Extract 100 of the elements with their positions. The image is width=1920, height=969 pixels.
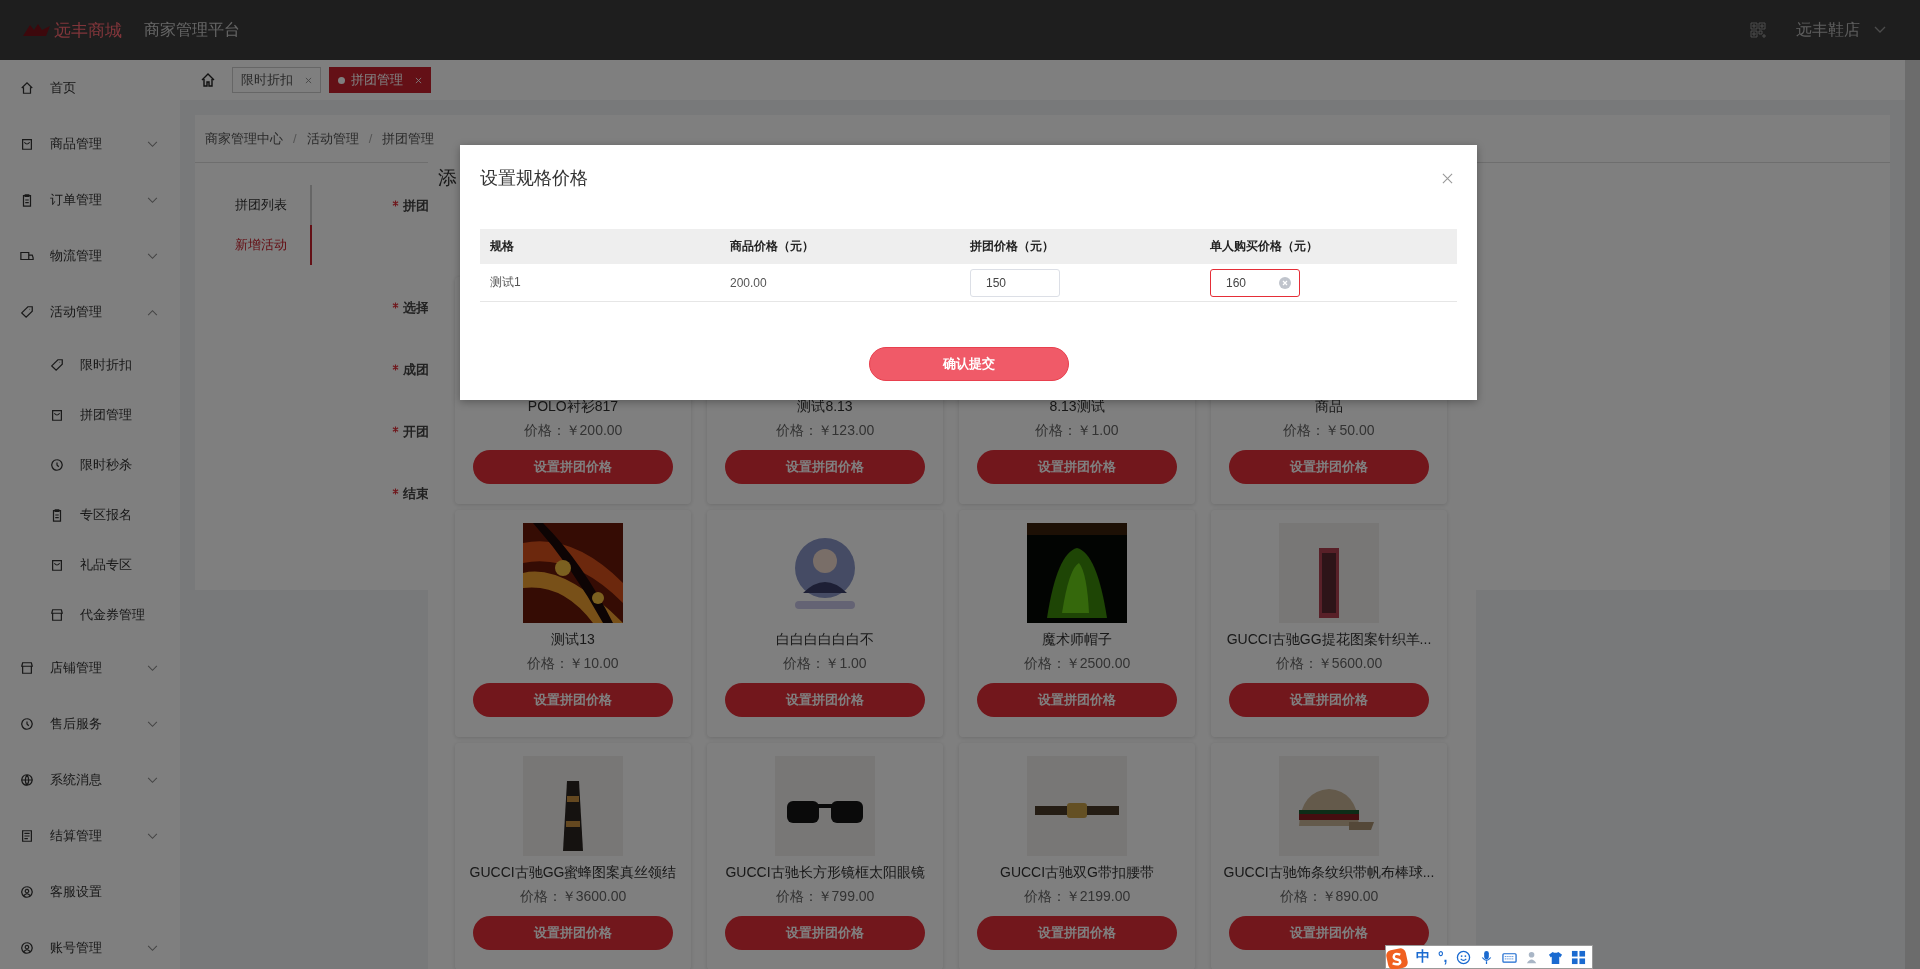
side-tab[interactable]: 新增活动 [195, 225, 312, 265]
sidebar-item[interactable]: 商品管理 [0, 116, 180, 172]
globe-icon [20, 773, 34, 787]
sidebar-subitem[interactable]: 限时折扣 [0, 340, 180, 390]
sidebar-subitem[interactable]: 代金券管理 [0, 590, 180, 640]
sidebar-item[interactable]: 订单管理 [0, 172, 180, 228]
store-icon [50, 608, 64, 622]
set-price-button[interactable]: 设置拼团价格 [1229, 916, 1429, 950]
sidebar-subitem[interactable]: 专区报名 [0, 490, 180, 540]
clear-icon[interactable] [1279, 276, 1291, 289]
set-price-button[interactable]: 设置拼团价格 [725, 450, 925, 484]
sidebar-item[interactable]: 结算管理 [0, 808, 180, 864]
s-logo-icon[interactable] [1386, 948, 1408, 969]
truck-icon [20, 249, 34, 263]
product-price: 价格：￥1.00 [783, 655, 867, 673]
table-cell: 200.00 [730, 275, 767, 290]
sidebar-subitem[interactable]: 拼团管理 [0, 390, 180, 440]
set-price-button[interactable]: 设置拼团价格 [725, 683, 925, 717]
user-icon [20, 885, 34, 899]
page-tab[interactable]: 拼团管理 [329, 67, 431, 93]
product-name: 测试8.13 [797, 398, 853, 416]
sidebar-item[interactable]: 售后服务 [0, 696, 180, 752]
document-icon [20, 829, 34, 843]
product-name: 测试13 [551, 631, 595, 649]
dot-icon [338, 76, 345, 84]
platform-title: 商家管理平台 [144, 19, 240, 40]
sidebar-item[interactable]: 首页 [0, 60, 180, 116]
product-price: 价格：￥2500.00 [1023, 655, 1131, 673]
set-price-button[interactable]: 设置拼团价格 [473, 683, 673, 717]
breadcrumb-separator: / [368, 131, 373, 146]
price-input[interactable]: 160 [1210, 268, 1300, 297]
breadcrumb-link[interactable]: 商家管理中心 [205, 129, 283, 148]
breadcrumb-link[interactable]: 活动管理 [306, 129, 359, 148]
product-name: POLO衬衫817 [527, 398, 619, 416]
set-price-button[interactable]: 设置拼团价格 [473, 916, 673, 950]
logo-text: 远丰商城 [54, 19, 122, 42]
column-header: 单人购买价格（元） [1209, 238, 1319, 255]
close-icon[interactable] [305, 76, 312, 84]
product-price: 价格：￥890.00 [1279, 888, 1379, 906]
set-price-button[interactable]: 设置拼团价格 [977, 916, 1177, 950]
set-price-button[interactable]: 设置拼团价格 [1229, 450, 1429, 484]
chevron-down-icon[interactable] [1874, 26, 1886, 34]
clock-icon [20, 717, 34, 731]
bag-icon [20, 137, 34, 151]
product-name: GUCCI古驰GG蜜蜂图案真丝领结 [469, 864, 677, 882]
input-mode-toggle[interactable]: 中 [1416, 948, 1430, 966]
store-icon [20, 661, 34, 675]
set-price-button[interactable]: 设置拼团价格 [725, 916, 925, 950]
side-tab[interactable]: 拼团列表 [195, 185, 312, 225]
set-price-button[interactable]: 设置拼团价格 [977, 450, 1177, 484]
sidebar-item[interactable]: 账号管理 [0, 920, 180, 969]
set-price-button[interactable]: 设置拼团价格 [1229, 683, 1429, 717]
product-price: 价格：￥5600.00 [1275, 655, 1383, 673]
sidebar-item[interactable]: 系统消息 [0, 752, 180, 808]
punctuation-toggle[interactable]: °, [1438, 949, 1448, 965]
sidebar-subitem[interactable]: 礼品专区 [0, 540, 180, 590]
clipboard-icon [20, 193, 34, 207]
grid-icon[interactable] [1570, 949, 1586, 965]
set-price-button[interactable]: 设置拼团价格 [977, 683, 1177, 717]
qr-code-icon[interactable] [1750, 22, 1766, 38]
column-header: 规格 [489, 238, 515, 255]
clipboard-icon [50, 508, 64, 522]
page-tab[interactable]: 限时折扣 [232, 67, 321, 93]
product-name: 商品 [1315, 398, 1343, 416]
product-name: GUCCI古驰双G带扣腰带 [1000, 864, 1154, 882]
sidebar-item[interactable]: 客服设置 [0, 864, 180, 920]
price-input[interactable]: 150 [970, 268, 1060, 297]
product-price: 价格：￥1.00 [1035, 422, 1119, 440]
form-label: 成团 [403, 361, 429, 379]
shop-menu[interactable]: 远丰鞋店 [1796, 19, 1860, 41]
set-price-button[interactable]: 设置拼团价格 [473, 450, 673, 484]
tag-icon [50, 358, 64, 372]
sidebar-item[interactable]: 活动管理 [0, 284, 180, 340]
product-name: GUCCI古驰长方形镜框太阳眼镜 [725, 864, 925, 882]
clock-icon [50, 458, 64, 472]
product-price: 价格：￥3600.00 [519, 888, 627, 906]
bag-icon [50, 558, 64, 572]
home-icon[interactable] [200, 72, 216, 88]
sidebar-item[interactable]: 店铺管理 [0, 640, 180, 696]
form-label: 开团 [403, 423, 429, 441]
smiley-icon[interactable] [1455, 949, 1471, 965]
form-label: 选择 [403, 299, 429, 317]
shirt-icon[interactable] [1547, 949, 1563, 965]
product-name: GUCCI古驰GG提花图案针织羊... [1226, 631, 1432, 649]
product-name: 魔术师帽子 [1042, 631, 1112, 649]
product-price: 价格：￥2199.00 [1023, 888, 1131, 906]
table-cell: 测试1 [490, 275, 521, 289]
product-name: GUCCI古驰饰条纹织带帆布棒球... [1223, 864, 1435, 882]
product-price: 价格：￥799.00 [775, 888, 875, 906]
dialog-title: 添 [438, 167, 457, 188]
sidebar-item[interactable]: 物流管理 [0, 228, 180, 284]
submit-button[interactable]: 确认提交 [868, 347, 1069, 381]
tag-icon [20, 305, 34, 319]
product-name: 8.13测试 [1049, 398, 1105, 416]
product-name: 白白白白白白不 [776, 631, 874, 649]
scrollbar[interactable] [1905, 60, 1920, 969]
breadcrumb-link[interactable]: 拼团管理 [382, 129, 435, 148]
user-icon [20, 941, 34, 955]
sidebar-subitem[interactable]: 限时秒杀 [0, 440, 180, 490]
close-icon[interactable] [1442, 172, 1453, 184]
